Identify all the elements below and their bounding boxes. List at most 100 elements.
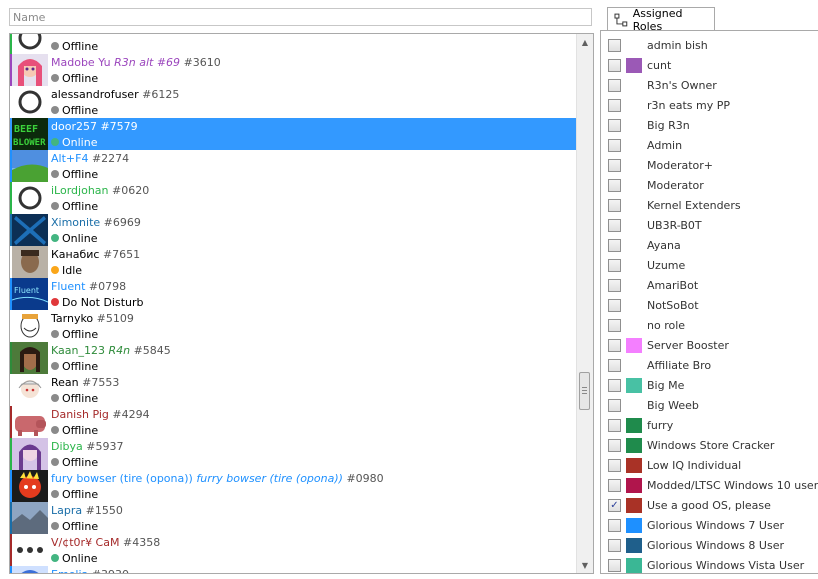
role-checkbox[interactable] — [608, 219, 621, 232]
svg-text:BEEF: BEEF — [14, 124, 38, 135]
role-checkbox[interactable] — [608, 259, 621, 272]
role-checkbox[interactable] — [608, 399, 621, 412]
role-row[interactable]: Glorious Windows 8 User — [601, 536, 818, 556]
role-row[interactable]: ✓ Use a good OS, please — [601, 496, 818, 516]
member-row[interactable]: Rean #7553 Offline — [10, 374, 577, 406]
scroll-down-arrow-icon[interactable]: ▼ — [577, 557, 593, 573]
role-row[interactable]: Big Weeb — [601, 396, 818, 416]
member-row[interactable]: Ximonite #6969 Online — [10, 214, 577, 246]
member-row[interactable]: Alt+F4 #2274 Offline — [10, 150, 577, 182]
member-row[interactable]: Danish Pig #4294 Offline — [10, 406, 577, 438]
member-status: Online — [51, 136, 97, 149]
role-row[interactable]: Uzume — [601, 256, 818, 276]
role-checkbox[interactable] — [608, 199, 621, 212]
member-name-line: alessandrofuser #6125 — [51, 88, 179, 101]
role-checkbox[interactable] — [608, 159, 621, 172]
scroll-up-arrow-icon[interactable]: ▲ — [577, 34, 593, 50]
member-name-line: Tarnyko #5109 — [51, 312, 134, 325]
member-row[interactable]: iLordjohan #0620 Offline — [10, 182, 577, 214]
role-checkbox[interactable] — [608, 119, 621, 132]
role-checkbox[interactable] — [608, 79, 621, 92]
role-color-swatch — [626, 378, 642, 393]
member-row[interactable]: BEEF BLOWER door257 #7579 Online — [10, 118, 577, 150]
member-row[interactable]: V/¢t0r¥ CaM #4358 Online — [10, 534, 577, 566]
role-checkbox[interactable]: ✓ — [608, 499, 621, 512]
member-discriminator: #7553 — [82, 376, 120, 389]
role-checkbox[interactable] — [608, 239, 621, 252]
member-row[interactable]: Tarnyko #5109 Offline — [10, 310, 577, 342]
role-row[interactable]: Glorious Windows 7 User — [601, 516, 818, 536]
role-checkbox[interactable] — [608, 539, 621, 552]
role-row[interactable]: no role — [601, 316, 818, 336]
role-row[interactable]: Windows Store Cracker — [601, 436, 818, 456]
role-row[interactable]: NotSoBot — [601, 296, 818, 316]
member-status-text: Offline — [62, 392, 99, 405]
role-row[interactable]: AmariBot — [601, 276, 818, 296]
role-checkbox[interactable] — [608, 99, 621, 112]
role-row[interactable]: R3n's Owner — [601, 76, 818, 96]
role-row[interactable]: Server Booster — [601, 336, 818, 356]
role-checkbox[interactable] — [608, 139, 621, 152]
member-row[interactable]: Offline — [10, 34, 577, 54]
member-row[interactable]: alessandrofuser #6125 Offline — [10, 86, 577, 118]
role-checkbox[interactable] — [608, 459, 621, 472]
avatar — [12, 246, 48, 278]
member-status: Offline — [51, 40, 98, 53]
member-discriminator: #7579 — [100, 120, 138, 133]
member-discriminator: #2274 — [91, 152, 130, 165]
member-status: Offline — [51, 456, 98, 469]
role-row[interactable]: Modded/LTSC Windows 10 user — [601, 476, 818, 496]
tab-assigned-roles[interactable]: Assigned Roles — [607, 7, 715, 33]
role-label: furry — [647, 419, 674, 432]
member-row[interactable]: Madobe Yu R3n alt #69 #3610 Offline — [10, 54, 577, 86]
role-checkbox[interactable] — [608, 319, 621, 332]
role-checkbox[interactable] — [608, 179, 621, 192]
member-row[interactable]: Emelia #3930 — [10, 566, 577, 573]
role-checkbox[interactable] — [608, 359, 621, 372]
role-row[interactable]: admin bish — [601, 36, 818, 56]
member-row[interactable]: Dibya #5937 Offline — [10, 438, 577, 470]
role-checkbox[interactable] — [608, 519, 621, 532]
role-checkbox[interactable] — [608, 419, 621, 432]
member-list-scrollbar[interactable]: ▲ ▼ — [576, 34, 593, 573]
status-dot-icon — [51, 426, 59, 434]
role-checkbox[interactable] — [608, 559, 621, 572]
member-status: Offline — [51, 168, 98, 181]
role-checkbox[interactable] — [608, 39, 621, 52]
member-discriminator: #4294 — [112, 408, 150, 421]
role-row[interactable]: Glorious Windows Vista User — [601, 556, 818, 573]
role-row[interactable]: Big R3n — [601, 116, 818, 136]
role-row[interactable]: r3n eats my PP — [601, 96, 818, 116]
role-color-swatch — [626, 478, 642, 493]
member-row[interactable]: fury bowser (tire (opona)) furry bowser … — [10, 470, 577, 502]
member-row[interactable]: Lapra #1550 Offline — [10, 502, 577, 534]
member-row[interactable]: Kaan_123 R4n #5845 Offline — [10, 342, 577, 374]
role-row[interactable]: Affiliate Bro — [601, 356, 818, 376]
role-row[interactable]: Kernel Extenders — [601, 196, 818, 216]
member-row[interactable]: Fluent Fluent #0798 Do Not Disturb — [10, 278, 577, 310]
role-row[interactable]: Moderator+ — [601, 156, 818, 176]
role-checkbox[interactable] — [608, 59, 621, 72]
member-discriminator: #6969 — [103, 216, 141, 229]
role-checkbox[interactable] — [608, 479, 621, 492]
member-list[interactable]: Offline Madobe Yu R3n alt #69 #3610 Offlin… — [9, 33, 594, 574]
name-filter-input[interactable] — [9, 8, 592, 26]
role-row[interactable]: furry — [601, 416, 818, 436]
role-row[interactable]: Moderator — [601, 176, 818, 196]
role-row[interactable]: Big Me — [601, 376, 818, 396]
role-label: Moderator — [647, 179, 704, 192]
role-row[interactable]: UB3R-B0T — [601, 216, 818, 236]
role-row[interactable]: Ayana — [601, 236, 818, 256]
scroll-thumb[interactable] — [579, 372, 590, 410]
role-row[interactable]: Low IQ Individual — [601, 456, 818, 476]
role-checkbox[interactable] — [608, 299, 621, 312]
role-color-swatch — [626, 438, 642, 453]
role-checkbox[interactable] — [608, 439, 621, 452]
role-checkbox[interactable] — [608, 279, 621, 292]
role-row[interactable]: Admin — [601, 136, 818, 156]
role-checkbox[interactable] — [608, 379, 621, 392]
role-row[interactable]: cunt — [601, 56, 818, 76]
role-checkbox[interactable] — [608, 339, 621, 352]
avatar — [12, 374, 48, 406]
member-row[interactable]: Канабис #7651 Idle — [10, 246, 577, 278]
